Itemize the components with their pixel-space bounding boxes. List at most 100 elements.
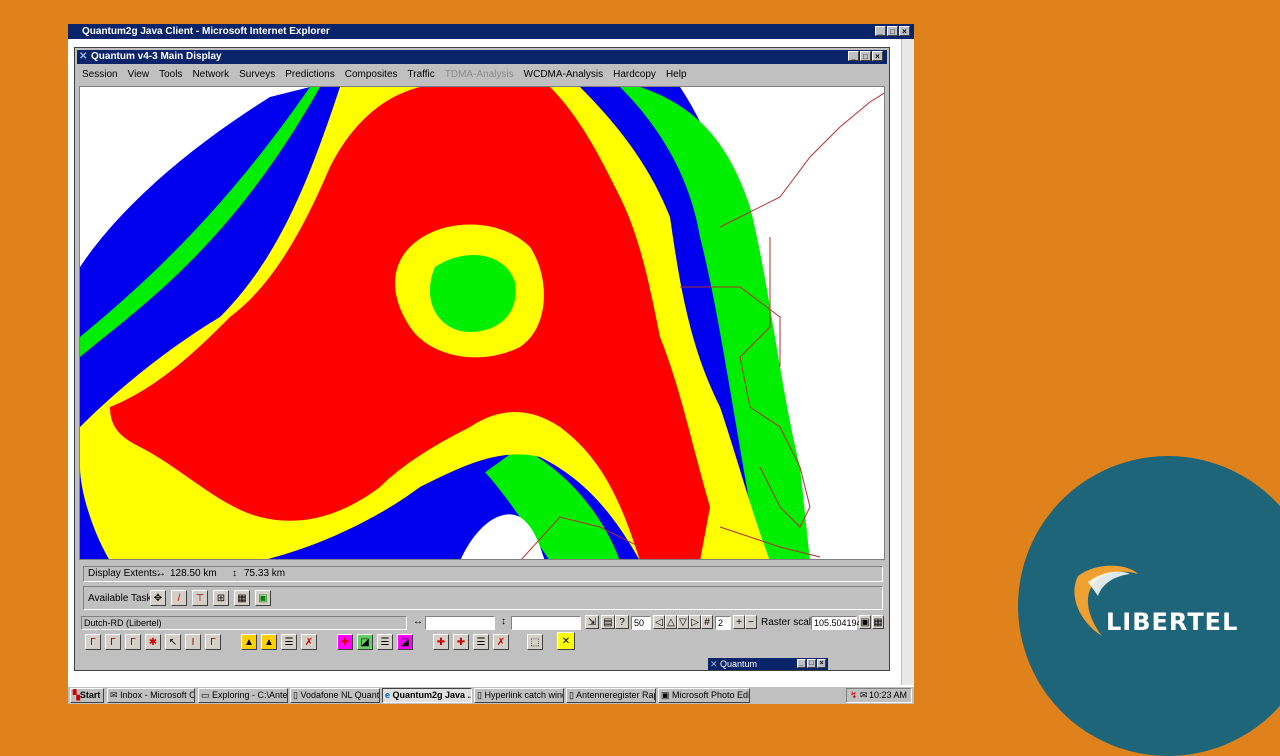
mail-icon: ✉ xyxy=(860,690,868,700)
print-icon[interactable]: ▤ xyxy=(601,615,615,629)
coverage-map-canvas xyxy=(80,87,884,559)
grid-tool-icon[interactable]: ⊞ xyxy=(213,590,229,606)
goto-icon[interactable]: ⇲ xyxy=(585,615,599,629)
pan-down-icon[interactable]: ▽ xyxy=(677,615,689,629)
site-tool-icon[interactable]: I xyxy=(185,634,201,650)
document-icon: ▯ xyxy=(293,690,298,700)
y-coordinate-input[interactable] xyxy=(511,616,581,630)
raster-scale-input[interactable]: 105.504194 xyxy=(811,616,862,630)
pan-tool-icon[interactable]: ✥ xyxy=(150,590,166,606)
site-tool-icon[interactable]: Γ xyxy=(125,634,141,650)
close-button[interactable]: × xyxy=(817,659,826,668)
quantum-sub-window[interactable]: ✕ Quantum _ □ × xyxy=(708,658,828,670)
pan-left-icon[interactable]: ◁ xyxy=(653,615,665,629)
quantum-title-bar[interactable]: ✕ Quantum v4-3 Main Display _ □ × xyxy=(77,50,887,64)
available-tasks-label: Available Tasks: xyxy=(88,593,160,604)
taskbar-item-quantum[interactable]: e Quantum2g Java ... xyxy=(382,688,472,703)
menu-session[interactable]: Session xyxy=(77,66,123,84)
pan-right-icon[interactable]: ▷ xyxy=(689,615,701,629)
composite-tool-icon[interactable]: ◪ xyxy=(357,634,373,650)
composite-tool-icon[interactable]: ✚ xyxy=(337,634,353,650)
list-tool-icon[interactable]: ☰ xyxy=(377,634,393,650)
menu-surveys[interactable]: Surveys xyxy=(234,66,280,84)
delete-tool-icon[interactable]: ✗ xyxy=(301,634,317,650)
site-tool-icon[interactable]: Γ xyxy=(205,634,221,650)
system-tray: ↯ ✉ 10:23 AM xyxy=(846,688,912,703)
maximize-button[interactable]: □ xyxy=(887,26,898,36)
list-tool-icon[interactable]: ☰ xyxy=(281,634,297,650)
menu-network[interactable]: Network xyxy=(187,66,234,84)
site-tool-icon[interactable]: Γ xyxy=(85,634,101,650)
outlook-icon: ✉ xyxy=(110,690,118,700)
analysis-toolbar: Γ Γ Γ ✱ ↖ I Γ ▲ ▲ ☰ ✗ ✚ ◪ ☰ ◪ ✚ ✚ ☰ ✗ ⬚ xyxy=(81,632,885,654)
coverage-tool-icon[interactable]: ▲ xyxy=(241,634,257,650)
maximize-button[interactable]: □ xyxy=(807,659,816,668)
menu-help[interactable]: Help xyxy=(661,66,692,84)
zoom-level-input[interactable]: 2 xyxy=(715,616,731,630)
menu-composites[interactable]: Composites xyxy=(340,66,403,84)
step-input[interactable]: 50 xyxy=(631,616,651,630)
measure-tool-icon[interactable]: ⊤ xyxy=(192,590,208,606)
sub-window-title: Quantum xyxy=(720,659,758,669)
taskbar-item-photo-editor[interactable]: ▣ Microsoft Photo Editor xyxy=(658,688,750,703)
antenna-tool-icon[interactable]: ✱ xyxy=(145,634,161,650)
minimize-button[interactable]: _ xyxy=(848,51,859,61)
raster-scale-label: Raster scale xyxy=(761,617,817,628)
traffic-tool-icon[interactable]: ✚ xyxy=(433,634,449,650)
menu-bar: Session View Tools Network Surveys Predi… xyxy=(77,66,887,84)
ie-title-bar[interactable]: Quantum2g Java Client - Microsoft Intern… xyxy=(68,24,914,39)
close-button[interactable]: × xyxy=(899,26,910,36)
menu-traffic[interactable]: Traffic xyxy=(403,66,440,84)
coverage-tool-icon[interactable]: ▲ xyxy=(261,634,277,650)
taskbar-item-antenneregister[interactable]: ▯ Antenneregister Rapp... xyxy=(566,688,656,703)
zoom-out-icon[interactable]: − xyxy=(745,615,757,629)
pan-up-icon[interactable]: △ xyxy=(665,615,677,629)
folder-icon: ▭ xyxy=(201,690,210,700)
close-button[interactable]: × xyxy=(872,51,883,61)
swoosh-icon xyxy=(1074,565,1138,636)
traffic-delete-icon[interactable]: ✗ xyxy=(493,634,509,650)
coverage-map[interactable] xyxy=(79,86,885,560)
document-icon: ▯ xyxy=(569,690,574,700)
help-icon[interactable]: ? xyxy=(615,615,629,629)
traffic-tool-icon[interactable]: ✚ xyxy=(453,634,469,650)
raster-apply-icon[interactable]: ▣ xyxy=(859,615,871,629)
taskbar-item-explorer[interactable]: ▭ Exploring - C:\Antenn... xyxy=(198,688,288,703)
vertical-arrow-icon: ↕ xyxy=(501,616,506,627)
photo-editor-icon: ▣ xyxy=(661,690,670,700)
menu-wcdma-analysis[interactable]: WCDMA-Analysis xyxy=(519,66,608,84)
checker-tool-icon[interactable]: ▦ xyxy=(234,590,250,606)
ie-scrollbar[interactable] xyxy=(901,39,914,685)
select-area-icon[interactable]: ⬚ xyxy=(527,634,543,650)
minimize-button[interactable]: _ xyxy=(875,26,886,36)
coverage-gap-core xyxy=(429,255,516,332)
menu-view[interactable]: View xyxy=(123,66,155,84)
taskbar-item-outlook[interactable]: ✉ Inbox - Microsoft Outl... xyxy=(107,688,195,703)
minimize-button[interactable]: _ xyxy=(797,659,806,668)
menu-tools[interactable]: Tools xyxy=(154,66,187,84)
menu-hardcopy[interactable]: Hardcopy xyxy=(608,66,661,84)
network-icon: ↯ xyxy=(850,690,858,700)
start-button[interactable]: ▚Start xyxy=(70,688,104,703)
list-tool-icon[interactable]: ☰ xyxy=(473,634,489,650)
maximize-button[interactable]: □ xyxy=(860,51,871,61)
x-coordinate-input[interactable] xyxy=(425,616,495,630)
horizontal-arrow-icon: ↔ xyxy=(413,616,423,627)
composite-tool-icon[interactable]: ◪ xyxy=(397,634,413,650)
raster-grid-icon[interactable]: ▦ xyxy=(872,615,884,629)
display-extents-bar: Display Extents: ↔ 128.50 km ↕ 75.33 km xyxy=(83,566,883,582)
clock: 10:23 AM xyxy=(868,690,907,700)
grid-icon[interactable]: # xyxy=(701,615,713,629)
image-tool-icon[interactable]: ▣ xyxy=(255,590,271,606)
draw-line-icon[interactable]: / xyxy=(171,590,187,606)
close-tool-icon[interactable]: ✕ xyxy=(557,632,575,650)
taskbar-item-vodafone[interactable]: ▯ Vodafone NL Quantu... xyxy=(290,688,380,703)
menu-predictions[interactable]: Predictions xyxy=(280,66,339,84)
zoom-in-icon[interactable]: + xyxy=(733,615,745,629)
menu-tdma-analysis: TDMA-Analysis xyxy=(444,69,514,80)
windows-taskbar: ▚Start ✉ Inbox - Microsoft Outl... ▭ Exp… xyxy=(68,686,914,704)
cursor-tool-icon[interactable]: ↖ xyxy=(165,634,181,650)
site-tool-icon[interactable]: Γ xyxy=(105,634,121,650)
taskbar-item-hyperlink[interactable]: ▯ Hyperlink catch wind... xyxy=(474,688,564,703)
coordinate-toolbar: Dutch-RD (Libertel) ↔ ↕ ⇲ ▤ ? 50 ◁ △ ▽ ▷… xyxy=(81,614,885,632)
